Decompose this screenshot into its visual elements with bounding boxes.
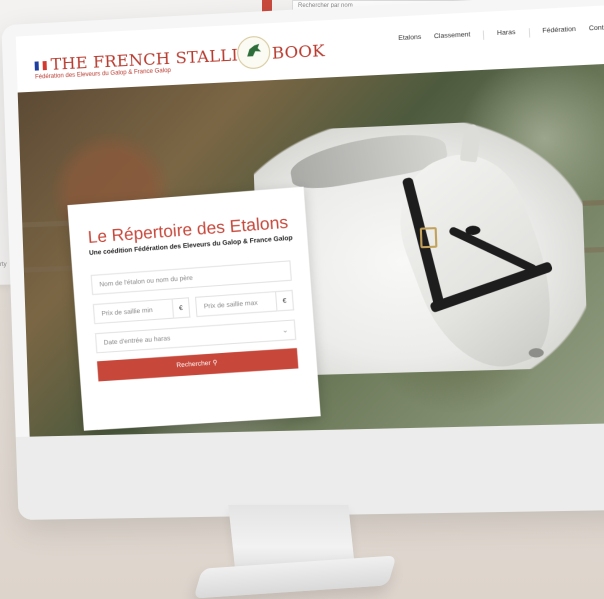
stud-entry-date-placeholder: Date d'entrée au haras	[103, 335, 171, 347]
max-price-input[interactable]: Prix de saillie max	[194, 291, 278, 318]
stallion-name-placeholder: Nom de l'étalon ou nom du père	[99, 274, 194, 289]
nav-classement[interactable]: Classement	[434, 31, 471, 42]
nav-divider	[483, 30, 485, 40]
min-price-placeholder: Prix de saillie min	[101, 306, 153, 318]
min-price-input[interactable]: Prix de saillie min	[92, 298, 175, 325]
search-button[interactable]: Rechercher ⚲	[97, 347, 299, 382]
nav-contact[interactable]: Contact	[589, 24, 604, 35]
main-nav: Etalons Classement Haras Fédération Cont…	[398, 24, 604, 44]
nav-federation[interactable]: Fédération	[542, 26, 576, 37]
nav-divider	[528, 28, 530, 38]
stud-entry-date-select[interactable]: Date d'entrée au haras ⌄	[94, 319, 297, 354]
currency-label: €	[172, 297, 191, 319]
chevron-down-icon: ⌄	[281, 327, 289, 335]
currency-label: €	[276, 289, 295, 312]
horse-icon	[245, 43, 262, 58]
federation-logo[interactable]	[236, 35, 271, 70]
site-title[interactable]: THE FRENCH STALLION BOOK	[50, 41, 325, 74]
website-screen: THE FRENCH STALLION BOOK Fédération des …	[15, 3, 604, 437]
hero-photo: Le Répertoire des Etalons Une coédition …	[17, 62, 604, 437]
nav-etalons[interactable]: Etalons	[398, 34, 421, 44]
search-button-label: Rechercher	[176, 359, 211, 370]
search-icon: ⚲	[212, 359, 218, 367]
max-price-placeholder: Prix de saillie max	[203, 299, 258, 311]
imac-monitor: THE FRENCH STALLION BOOK Fédération des …	[1, 0, 604, 521]
monitor-foot	[193, 555, 397, 599]
halter-buckle	[419, 227, 438, 249]
nav-haras[interactable]: Haras	[497, 29, 516, 39]
stallion-search-form: Le Répertoire des Etalons Une coédition …	[67, 186, 321, 431]
background-side-text: rty	[0, 262, 7, 268]
french-flag-icon	[34, 61, 47, 71]
